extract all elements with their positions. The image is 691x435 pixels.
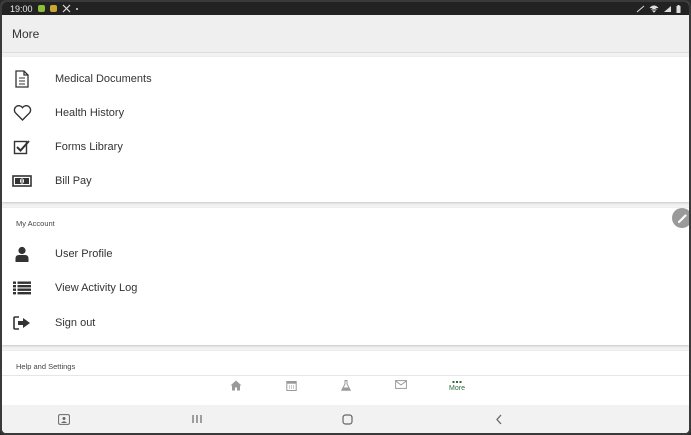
user-icon — [12, 244, 32, 264]
pencil-icon — [677, 213, 687, 223]
more-dots-icon — [452, 381, 462, 383]
help-settings-card: Help and Settings — [2, 351, 689, 375]
dot-icon — [75, 7, 78, 10]
tab-lab[interactable] — [334, 380, 358, 402]
home-icon — [230, 380, 242, 391]
bottom-tab-bar: More — [2, 375, 689, 405]
menu-item-sign-out[interactable]: Sign out — [2, 308, 689, 338]
menu-item-label: Sign out — [55, 317, 96, 329]
section-title-help-settings: Help and Settings — [16, 362, 76, 371]
edit-fab-button[interactable] — [672, 208, 689, 228]
flask-icon — [341, 380, 351, 391]
document-icon — [12, 69, 32, 89]
menu-item-bill-pay[interactable]: Bill Pay — [2, 166, 689, 196]
back-button[interactable] — [492, 413, 506, 425]
section-title-my-account: My Account — [16, 219, 55, 228]
tab-home[interactable] — [224, 380, 248, 402]
tab-messages[interactable] — [389, 380, 413, 402]
status-system-icons — [636, 4, 681, 13]
recent-apps-button[interactable] — [190, 413, 204, 425]
status-bar: 19:00 — [2, 2, 689, 15]
menu-item-health-history[interactable]: Health History — [2, 98, 689, 128]
menu-item-label: Bill Pay — [55, 175, 92, 187]
tab-more[interactable]: More — [445, 380, 469, 402]
money-icon — [12, 171, 32, 191]
tab-more-label: More — [449, 385, 465, 392]
calendar-icon — [285, 381, 297, 391]
sign-out-icon — [12, 313, 32, 333]
app-bar: More — [2, 15, 689, 53]
keyboard-switch-icon[interactable] — [57, 413, 71, 425]
list-icon — [12, 278, 32, 298]
menu-item-label: Health History — [55, 107, 125, 119]
mail-icon — [395, 380, 407, 389]
menu-item-forms-library[interactable]: Forms Library — [2, 132, 689, 162]
signal-icon — [664, 5, 671, 12]
menu-item-user-profile[interactable]: User Profile — [2, 239, 689, 269]
my-account-card: My Account User Profile View Activity Lo… — [2, 208, 689, 345]
heart-icon — [12, 103, 32, 123]
system-nav-bar — [2, 405, 689, 433]
page-title: More — [12, 26, 40, 41]
battery-icon — [676, 4, 681, 13]
tab-calendar[interactable] — [279, 380, 303, 402]
device-frame: 19:00 More Medical Documents Health Hist… — [0, 0, 691, 435]
menu-item-view-activity-log[interactable]: View Activity Log — [2, 273, 689, 303]
menu-item-medical-documents[interactable]: Medical Documents — [2, 64, 689, 94]
menu-item-label: View Activity Log — [55, 282, 138, 294]
android-icon — [37, 5, 45, 12]
status-time: 19:00 — [10, 3, 33, 14]
home-button[interactable] — [340, 413, 354, 425]
wifi-icon — [649, 5, 659, 13]
checkbox-icon — [12, 137, 32, 157]
menu-item-label: Forms Library — [55, 141, 123, 153]
tools-icon — [62, 4, 70, 13]
menu-item-label: Medical Documents — [55, 73, 152, 85]
main-menu-card: Medical Documents Health History Forms L… — [2, 57, 689, 202]
screen: 19:00 More Medical Documents Health Hist… — [2, 2, 689, 433]
menu-item-label: User Profile — [55, 248, 113, 260]
status-notification-icons — [37, 4, 78, 13]
mute-icon — [636, 5, 645, 12]
android-debug-icon — [49, 5, 57, 12]
